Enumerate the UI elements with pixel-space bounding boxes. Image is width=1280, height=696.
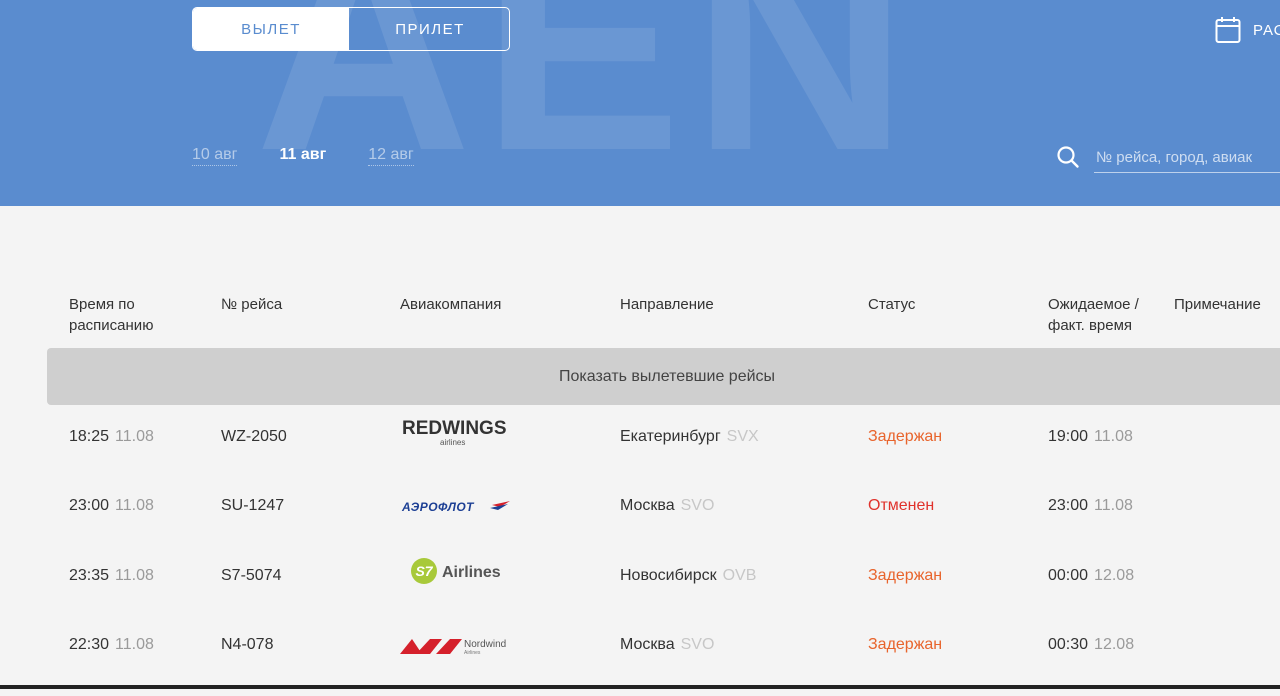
destination: Екатеринбург SVX	[620, 428, 759, 445]
status-badge: Отменен	[868, 497, 935, 514]
search-input[interactable]	[1094, 142, 1280, 173]
scheduled-time: 23:35 11.08	[69, 567, 154, 584]
destination: Новосибирск OVB	[620, 567, 757, 584]
header: AEN ВЫЛЕТ ПРИЛЕТ РАС 10 авг 11 авг 12 ав…	[0, 0, 1280, 206]
col-airline: Авиакомпания	[400, 296, 502, 313]
schedule-link[interactable]: РАС	[1215, 16, 1280, 44]
status-badge: Задержан	[868, 636, 943, 653]
bottom-edge	[0, 685, 1280, 689]
col-scheduled-time: Время по расписанию	[69, 296, 154, 334]
table-row[interactable]: 18:25 11.08 WZ-2050 REDWINGS airlines Ека…	[0, 418, 1280, 488]
destination: Москва SVO	[620, 636, 715, 653]
tab-arrivals[interactable]: ПРИЛЕТ	[349, 8, 509, 50]
airline-logo-aeroflot: АЭРОФЛОТ	[400, 481, 520, 526]
col-destination: Направление	[620, 296, 714, 313]
airline-sub: airlines	[440, 438, 465, 447]
flight-number: S7-5074	[221, 567, 282, 584]
airline-name: Nordwind	[464, 639, 506, 650]
airline-sub: S7	[415, 563, 433, 579]
show-departed-button[interactable]: Показать вылетевшие рейсы	[47, 348, 1280, 405]
calendar-icon	[1215, 17, 1241, 43]
expected-time: 23:00 11.08	[1048, 497, 1133, 514]
flight-number: WZ-2050	[221, 428, 287, 445]
date-current[interactable]: 11 авг	[279, 146, 326, 166]
col-status: Статус	[868, 296, 916, 313]
scheduled-time: 23:00 11.08	[69, 497, 154, 514]
schedule-label: РАС	[1253, 21, 1280, 39]
table-header: Время по расписанию № рейса Авиакомпания…	[0, 294, 1280, 344]
col-flight-number: № рейса	[221, 296, 283, 313]
date-prev[interactable]: 10 авг	[192, 146, 238, 166]
direction-toggle: ВЫЛЕТ ПРИЛЕТ	[192, 7, 510, 51]
search-icon[interactable]	[1056, 145, 1080, 169]
status-badge: Задержан	[868, 428, 943, 445]
airline-logo-s7: S7 Airlines	[410, 551, 510, 596]
col-expected-time: Ожидаемое / факт. время	[1048, 296, 1139, 334]
airline-name: REDWINGS	[402, 418, 507, 439]
airline-logo-nordwind: Nordwind Airlines	[400, 620, 520, 665]
expected-time: 00:00 12.08	[1048, 567, 1135, 584]
show-departed-label: Показать вылетевшие рейсы	[558, 367, 776, 385]
airline-sub: Airlines	[464, 650, 481, 656]
scheduled-time: 22:30 11.08	[69, 636, 154, 653]
date-next[interactable]: 12 авг	[368, 146, 414, 166]
table-row[interactable]: 23:35 11.08 S7-5074 S7 Airlines Новосибир…	[0, 558, 1280, 627]
table-row[interactable]: 23:00 11.08 SU-1247 АЭРОФЛОТ Москва SVO От…	[0, 497, 1280, 557]
col-note: Примечание	[1174, 296, 1261, 313]
expected-time: 19:00 11.08	[1048, 428, 1133, 445]
date-selector: 10 авг 11 авг 12 авг	[192, 146, 414, 166]
tab-departures[interactable]: ВЫЛЕТ	[193, 8, 349, 50]
airline-name: Airlines	[442, 564, 501, 581]
airline-logo-redwings: REDWINGS airlines	[400, 412, 512, 457]
airline-name: АЭРОФЛОТ	[401, 500, 475, 514]
flight-number: N4-078	[221, 636, 274, 653]
expected-time: 00:30 12.08	[1048, 636, 1135, 653]
flight-number: SU-1247	[221, 497, 285, 514]
scheduled-time: 18:25 11.08	[69, 428, 154, 445]
status-badge: Задержан	[868, 567, 943, 584]
destination: Москва SVO	[620, 497, 715, 514]
